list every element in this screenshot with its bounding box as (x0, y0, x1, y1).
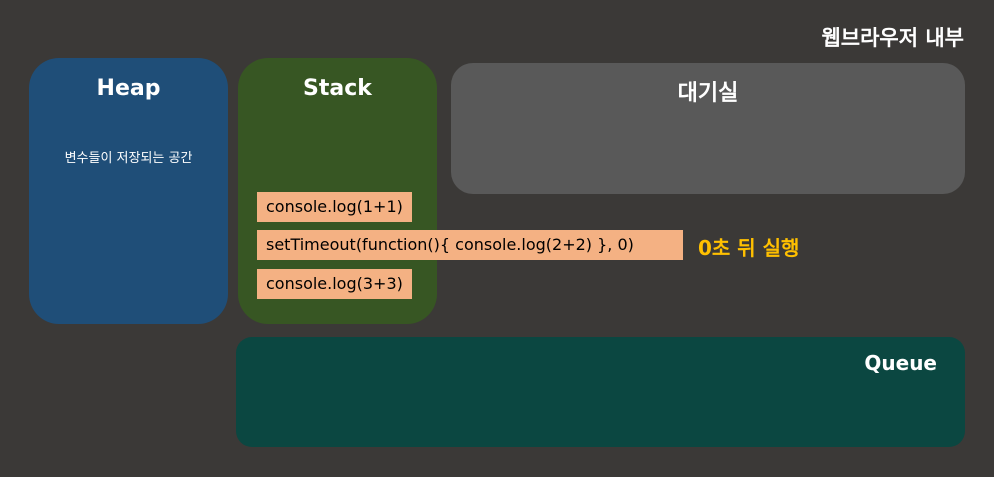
heap-panel: Heap 변수들이 저장되는 공간 (29, 58, 228, 324)
execution-delay-note: 0초 뒤 실행 (698, 236, 800, 260)
browser-internals-title: 웹브라우저 내부 (821, 26, 964, 50)
stack-call-settimeout: setTimeout(function(){ console.log(2+2) … (257, 230, 683, 260)
stack-title: Stack (303, 76, 372, 101)
waiting-room-title: 대기실 (677, 81, 739, 106)
heap-title: Heap (96, 76, 161, 101)
queue-panel: Queue (236, 337, 965, 447)
stack-call-console-log-1: console.log(1+1) (257, 192, 412, 222)
queue-title: Queue (864, 351, 937, 375)
heap-description: 변수들이 저장되는 공간 (64, 151, 193, 166)
stack-call-console-log-3: console.log(3+3) (257, 269, 412, 299)
waiting-room-panel: 대기실 (451, 63, 965, 194)
